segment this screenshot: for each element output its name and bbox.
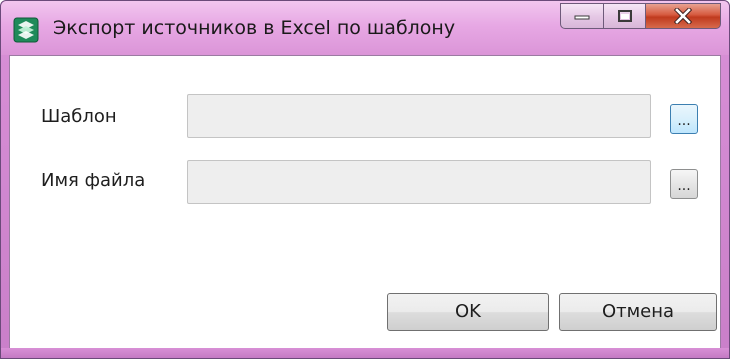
title-bar[interactable]: Экспорт источников в Excel по шаблону — [1, 1, 729, 55]
template-browse-button[interactable]: ... — [670, 104, 698, 134]
close-button[interactable] — [646, 3, 721, 29]
dialog-body: Шаблон ... Имя файла ... OK Отмена — [9, 55, 721, 352]
excel-export-icon — [13, 17, 39, 43]
filename-field[interactable] — [187, 160, 651, 204]
template-field[interactable] — [187, 94, 651, 138]
ok-button[interactable]: OK — [387, 293, 549, 331]
caption-buttons — [560, 3, 721, 29]
template-label: Шаблон — [41, 106, 117, 127]
filename-browse-button[interactable]: ... — [670, 169, 698, 199]
maximize-button[interactable] — [604, 3, 646, 29]
cancel-button[interactable]: Отмена — [559, 293, 717, 331]
minimize-button[interactable] — [560, 3, 604, 29]
dialog-window: Экспорт источников в Excel по шаблону Ша… — [0, 0, 730, 359]
window-title: Экспорт источников в Excel по шаблону — [53, 17, 456, 39]
window-bottom-border — [1, 348, 729, 358]
filename-label: Имя файла — [41, 170, 146, 191]
